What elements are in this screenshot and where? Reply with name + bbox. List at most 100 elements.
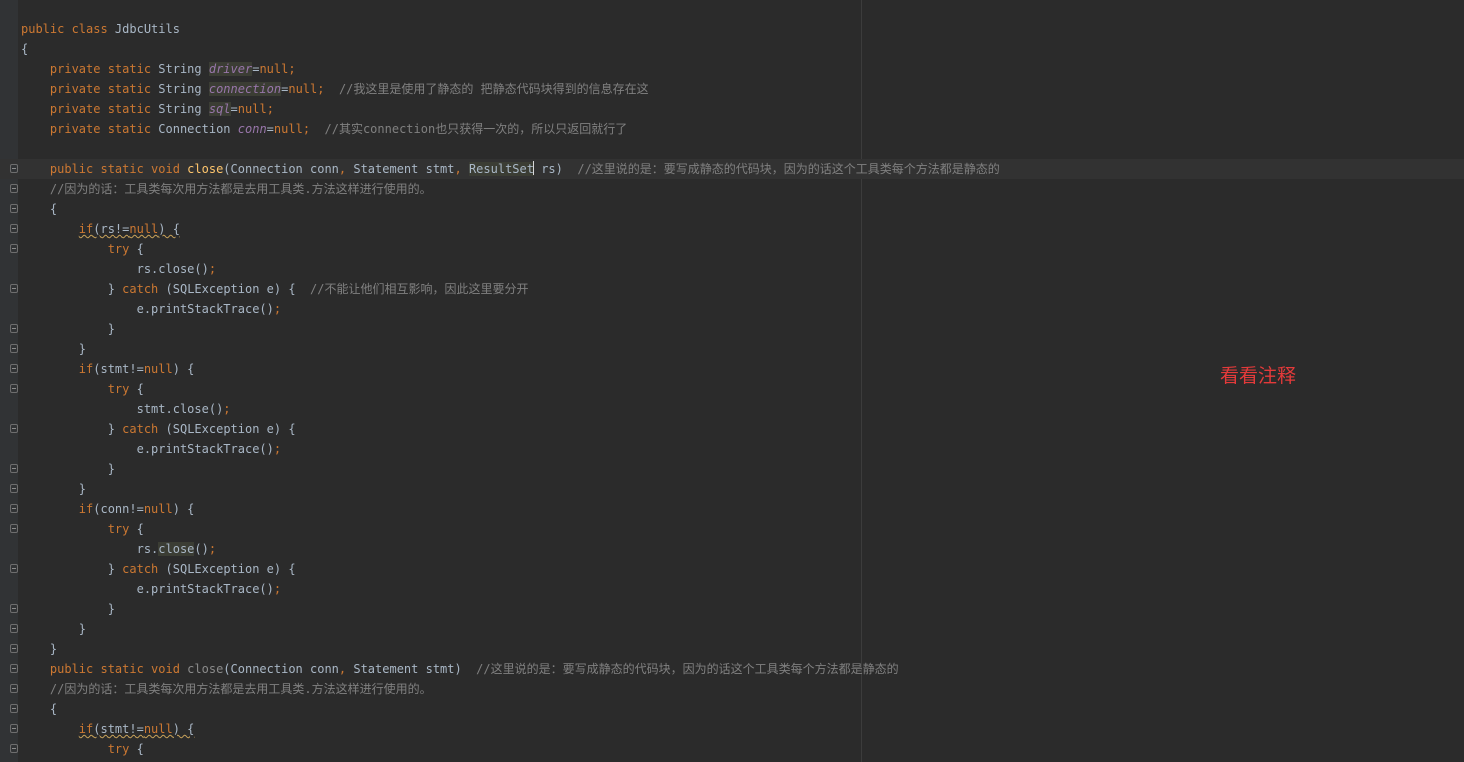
code-token: } — [21, 422, 123, 436]
code-line[interactable]: e.printStackTrace(); — [0, 299, 1464, 319]
code-token: (Connection conn — [223, 662, 339, 676]
code-token: ) { — [172, 722, 195, 736]
fold-marker-icon[interactable] — [10, 724, 18, 733]
code-line[interactable]: } catch (SQLException e) { — [0, 559, 1464, 579]
code-line[interactable]: try { — [0, 739, 1464, 759]
code-token: { — [136, 242, 144, 256]
code-line[interactable]: } — [0, 459, 1464, 479]
code-token: ; — [273, 442, 282, 456]
code-line[interactable]: { — [0, 699, 1464, 719]
fold-marker-icon[interactable] — [10, 164, 18, 173]
code-line[interactable]: } — [0, 639, 1464, 659]
code-token: ; — [317, 82, 339, 96]
code-line[interactable]: rs.close(); — [0, 539, 1464, 559]
code-token: rs. — [21, 542, 159, 556]
fold-marker-icon[interactable] — [10, 684, 18, 693]
fold-marker-icon[interactable] — [10, 744, 18, 753]
code-line[interactable]: } — [0, 319, 1464, 339]
fold-marker-icon[interactable] — [10, 184, 18, 193]
code-line[interactable]: { — [0, 39, 1464, 59]
fold-marker-icon[interactable] — [10, 204, 18, 213]
fold-marker-icon[interactable] — [10, 524, 18, 533]
code-line[interactable]: } — [0, 339, 1464, 359]
code-token: //这里说的是：要写成静态的代码块，因为的话这个工具类每个方法都是静态的 — [476, 662, 899, 676]
code-line[interactable]: e.printStackTrace(); — [0, 439, 1464, 459]
fold-marker-icon[interactable] — [10, 644, 18, 653]
code-token: ; — [273, 302, 282, 316]
code-token: } — [21, 282, 123, 296]
code-line[interactable]: e.printStackTrace(); — [0, 579, 1464, 599]
code-token: public static void — [21, 162, 188, 176]
code-line[interactable]: rs.close(); — [0, 259, 1464, 279]
code-text: try { — [21, 519, 144, 539]
code-token: , — [338, 662, 354, 676]
code-token: if — [78, 362, 94, 376]
fold-marker-icon[interactable] — [10, 624, 18, 633]
code-line[interactable]: //因为的话：工具类每次用方法都是去用工具类.方法这样进行使用的。 — [0, 179, 1464, 199]
code-token: //不能让他们相互影响，因此这里要分开 — [310, 282, 529, 296]
code-line[interactable]: try { — [0, 239, 1464, 259]
fold-marker-icon[interactable] — [10, 384, 18, 393]
code-line[interactable]: private static String sql=null; — [0, 99, 1464, 119]
code-token: ; — [302, 122, 325, 136]
code-text: { — [21, 39, 28, 59]
code-token: null — [143, 362, 173, 376]
fold-marker-icon[interactable] — [10, 424, 18, 433]
code-text: } — [21, 479, 86, 499]
code-token: } — [21, 482, 87, 496]
code-line[interactable]: } catch (SQLException e) { //不能让他们相互影响，因… — [0, 279, 1464, 299]
code-line[interactable]: //因为的话：工具类每次用方法都是去用工具类.方法这样进行使用的。 — [0, 679, 1464, 699]
code-line[interactable] — [0, 139, 1464, 159]
fold-marker-icon[interactable] — [10, 504, 18, 513]
code-line[interactable]: stmt.close(); — [0, 399, 1464, 419]
code-token: null — [143, 722, 173, 736]
fold-marker-icon[interactable] — [10, 564, 18, 573]
code-token: (rs!= — [93, 222, 130, 236]
code-token: Statement stmt — [353, 162, 455, 176]
code-line[interactable]: } catch (SQLException e) { — [0, 419, 1464, 439]
fold-marker-icon[interactable] — [10, 224, 18, 233]
fold-marker-icon[interactable] — [10, 284, 18, 293]
code-token: rs.close() — [21, 262, 209, 276]
code-text: try { — [21, 239, 144, 259]
code-line[interactable]: public static void close(Connection conn… — [0, 159, 1464, 179]
code-token: catch — [122, 422, 166, 436]
code-line[interactable]: } — [0, 599, 1464, 619]
code-token: ; — [288, 62, 296, 76]
code-token: private static — [21, 102, 159, 116]
fold-marker-icon[interactable] — [10, 484, 18, 493]
code-line[interactable]: public class JdbcUtils — [0, 19, 1464, 39]
code-text: rs.close(); — [21, 539, 216, 559]
code-line[interactable]: public static void close(Connection conn… — [0, 659, 1464, 679]
fold-marker-icon[interactable] — [10, 464, 18, 473]
code-token: (stmt!= — [93, 722, 144, 736]
fold-marker-icon[interactable] — [10, 664, 18, 673]
code-line[interactable]: private static Connection conn=null; //其… — [0, 119, 1464, 139]
code-text: e.printStackTrace(); — [21, 439, 282, 459]
fold-marker-icon[interactable] — [10, 324, 18, 333]
fold-marker-icon[interactable] — [10, 364, 18, 373]
code-line[interactable]: } — [0, 479, 1464, 499]
code-line[interactable]: try { — [0, 519, 1464, 539]
code-line[interactable]: private static String driver=null; — [0, 59, 1464, 79]
code-line[interactable]: if(rs!=null) { — [0, 219, 1464, 239]
code-text: if(conn!=null) { — [21, 499, 195, 519]
code-token: public static void — [21, 662, 188, 676]
code-line[interactable]: private static String connection=null; /… — [0, 79, 1464, 99]
code-line[interactable]: if(stmt!=null) { — [0, 719, 1464, 739]
fold-marker-icon[interactable] — [10, 604, 18, 613]
fold-marker-icon[interactable] — [10, 704, 18, 713]
code-token: ; — [223, 402, 231, 416]
fold-marker-icon[interactable] — [10, 344, 18, 353]
code-text: e.printStackTrace(); — [21, 299, 282, 319]
code-token: ; — [208, 542, 217, 556]
code-line[interactable]: } — [0, 619, 1464, 639]
code-token: Connection — [158, 122, 238, 136]
code-text: public static void close(Connection conn… — [21, 659, 899, 679]
code-token: } — [21, 342, 87, 356]
fold-marker-icon[interactable] — [10, 244, 18, 253]
code-line[interactable]: { — [0, 199, 1464, 219]
code-line[interactable]: if(conn!=null) { — [0, 499, 1464, 519]
code-text: public class JdbcUtils — [21, 19, 180, 39]
